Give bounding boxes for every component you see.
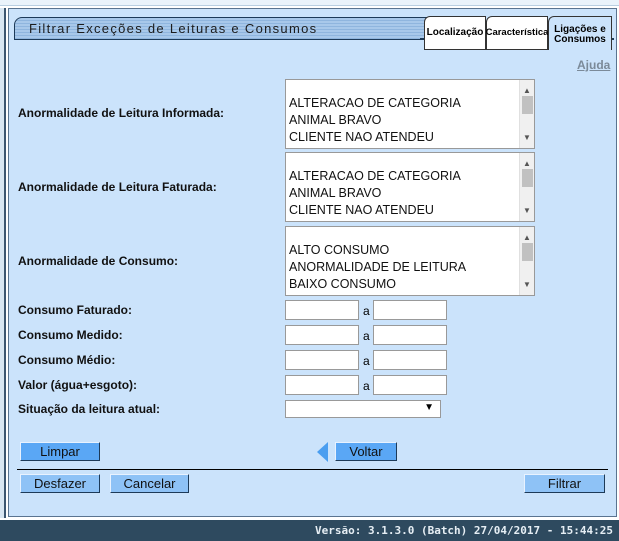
divider [17, 469, 608, 470]
limpar-button[interactable]: Limpar [20, 442, 100, 461]
back-arrow-icon[interactable] [317, 442, 328, 462]
scrollbar[interactable]: ▲ ▼ [519, 80, 534, 148]
anorm-consumo-listbox[interactable]: ALTO CONSUMO ANORMALIDADE DE LEITURA BAI… [285, 226, 535, 296]
list-option[interactable]: BAIXO CONSUMO [289, 276, 534, 293]
list-option[interactable]: ALTO CONSUMO [289, 242, 534, 259]
valor-label: Valor (água+esgoto): [18, 378, 138, 392]
situacao-select[interactable]: ▼ [285, 400, 441, 418]
list-option[interactable]: ALTERACAO DE CATEGORIA [289, 95, 534, 112]
help-link[interactable]: Ajuda [577, 58, 610, 72]
anorm-faturada-listbox[interactable]: ALTERACAO DE CATEGORIA ANIMAL BRAVO CLIE… [285, 152, 535, 222]
range-separator: a [363, 329, 370, 343]
anorm-informada-listbox[interactable]: ALTERACAO DE CATEGORIA ANIMAL BRAVO CLIE… [285, 79, 535, 149]
consumo-medio-label: Consumo Médio: [18, 353, 116, 367]
consumo-medido-to-input[interactable] [373, 325, 447, 345]
tab-caracteristica[interactable]: Característica [486, 16, 548, 50]
voltar-button[interactable]: Voltar [335, 442, 397, 461]
page-title: Filtrar Exceções de Leituras e Consumos [29, 21, 318, 36]
tab-localizacao[interactable]: Localização [424, 16, 486, 50]
filtrar-button[interactable]: Filtrar [524, 474, 605, 493]
consumo-medido-from-input[interactable] [285, 325, 359, 345]
consumo-faturado-to-input[interactable] [373, 300, 447, 320]
version-text: Versão: 3.1.3.0 (Batch) 27/04/2017 - 15:… [314, 524, 613, 537]
list-option[interactable]: CLIENTE NAO ATENDEU [289, 129, 534, 146]
list-option[interactable]: CLIENTE NAO ATENDEU [289, 202, 534, 219]
consumo-faturado-label: Consumo Faturado: [18, 303, 132, 317]
range-separator: a [363, 304, 370, 318]
range-separator: a [363, 379, 370, 393]
range-separator: a [363, 354, 370, 368]
top-border [0, 0, 619, 6]
list-option[interactable]: ANORMALIDADE DE LEITURA [289, 259, 534, 276]
consumo-medio-from-input[interactable] [285, 350, 359, 370]
desfazer-button[interactable]: Desfazer [20, 474, 100, 493]
scrollbar[interactable]: ▲ ▼ [519, 227, 534, 295]
left-frame [0, 8, 6, 518]
dropdown-arrow-icon: ▼ [424, 402, 434, 413]
valor-to-input[interactable] [373, 375, 447, 395]
situacao-label: Situação da leitura atual: [18, 402, 161, 416]
list-option[interactable]: ALTERACAO DE CATEGORIA [289, 168, 534, 185]
scrollbar[interactable]: ▲ ▼ [519, 153, 534, 221]
list-option[interactable]: ANIMAL BRAVO [289, 185, 534, 202]
anorm-consumo-label: Anormalidade de Consumo: [18, 254, 179, 268]
anorm-informada-label: Anormalidade de Leitura Informada: [18, 106, 225, 120]
consumo-medido-label: Consumo Medido: [18, 328, 123, 342]
cancelar-button[interactable]: Cancelar [110, 474, 189, 493]
list-option[interactable]: ANIMAL BRAVO [289, 112, 534, 129]
tab-ligacoes-consumos[interactable]: Ligações e Consumos [548, 16, 612, 50]
anorm-faturada-label: Anormalidade de Leitura Faturada: [18, 180, 217, 194]
valor-from-input[interactable] [285, 375, 359, 395]
consumo-medio-to-input[interactable] [373, 350, 447, 370]
title-bar: Filtrar Exceções de Leituras e Consumos [14, 17, 434, 40]
footer-bar: Versão: 3.1.3.0 (Batch) 27/04/2017 - 15:… [0, 520, 619, 541]
consumo-faturado-from-input[interactable] [285, 300, 359, 320]
